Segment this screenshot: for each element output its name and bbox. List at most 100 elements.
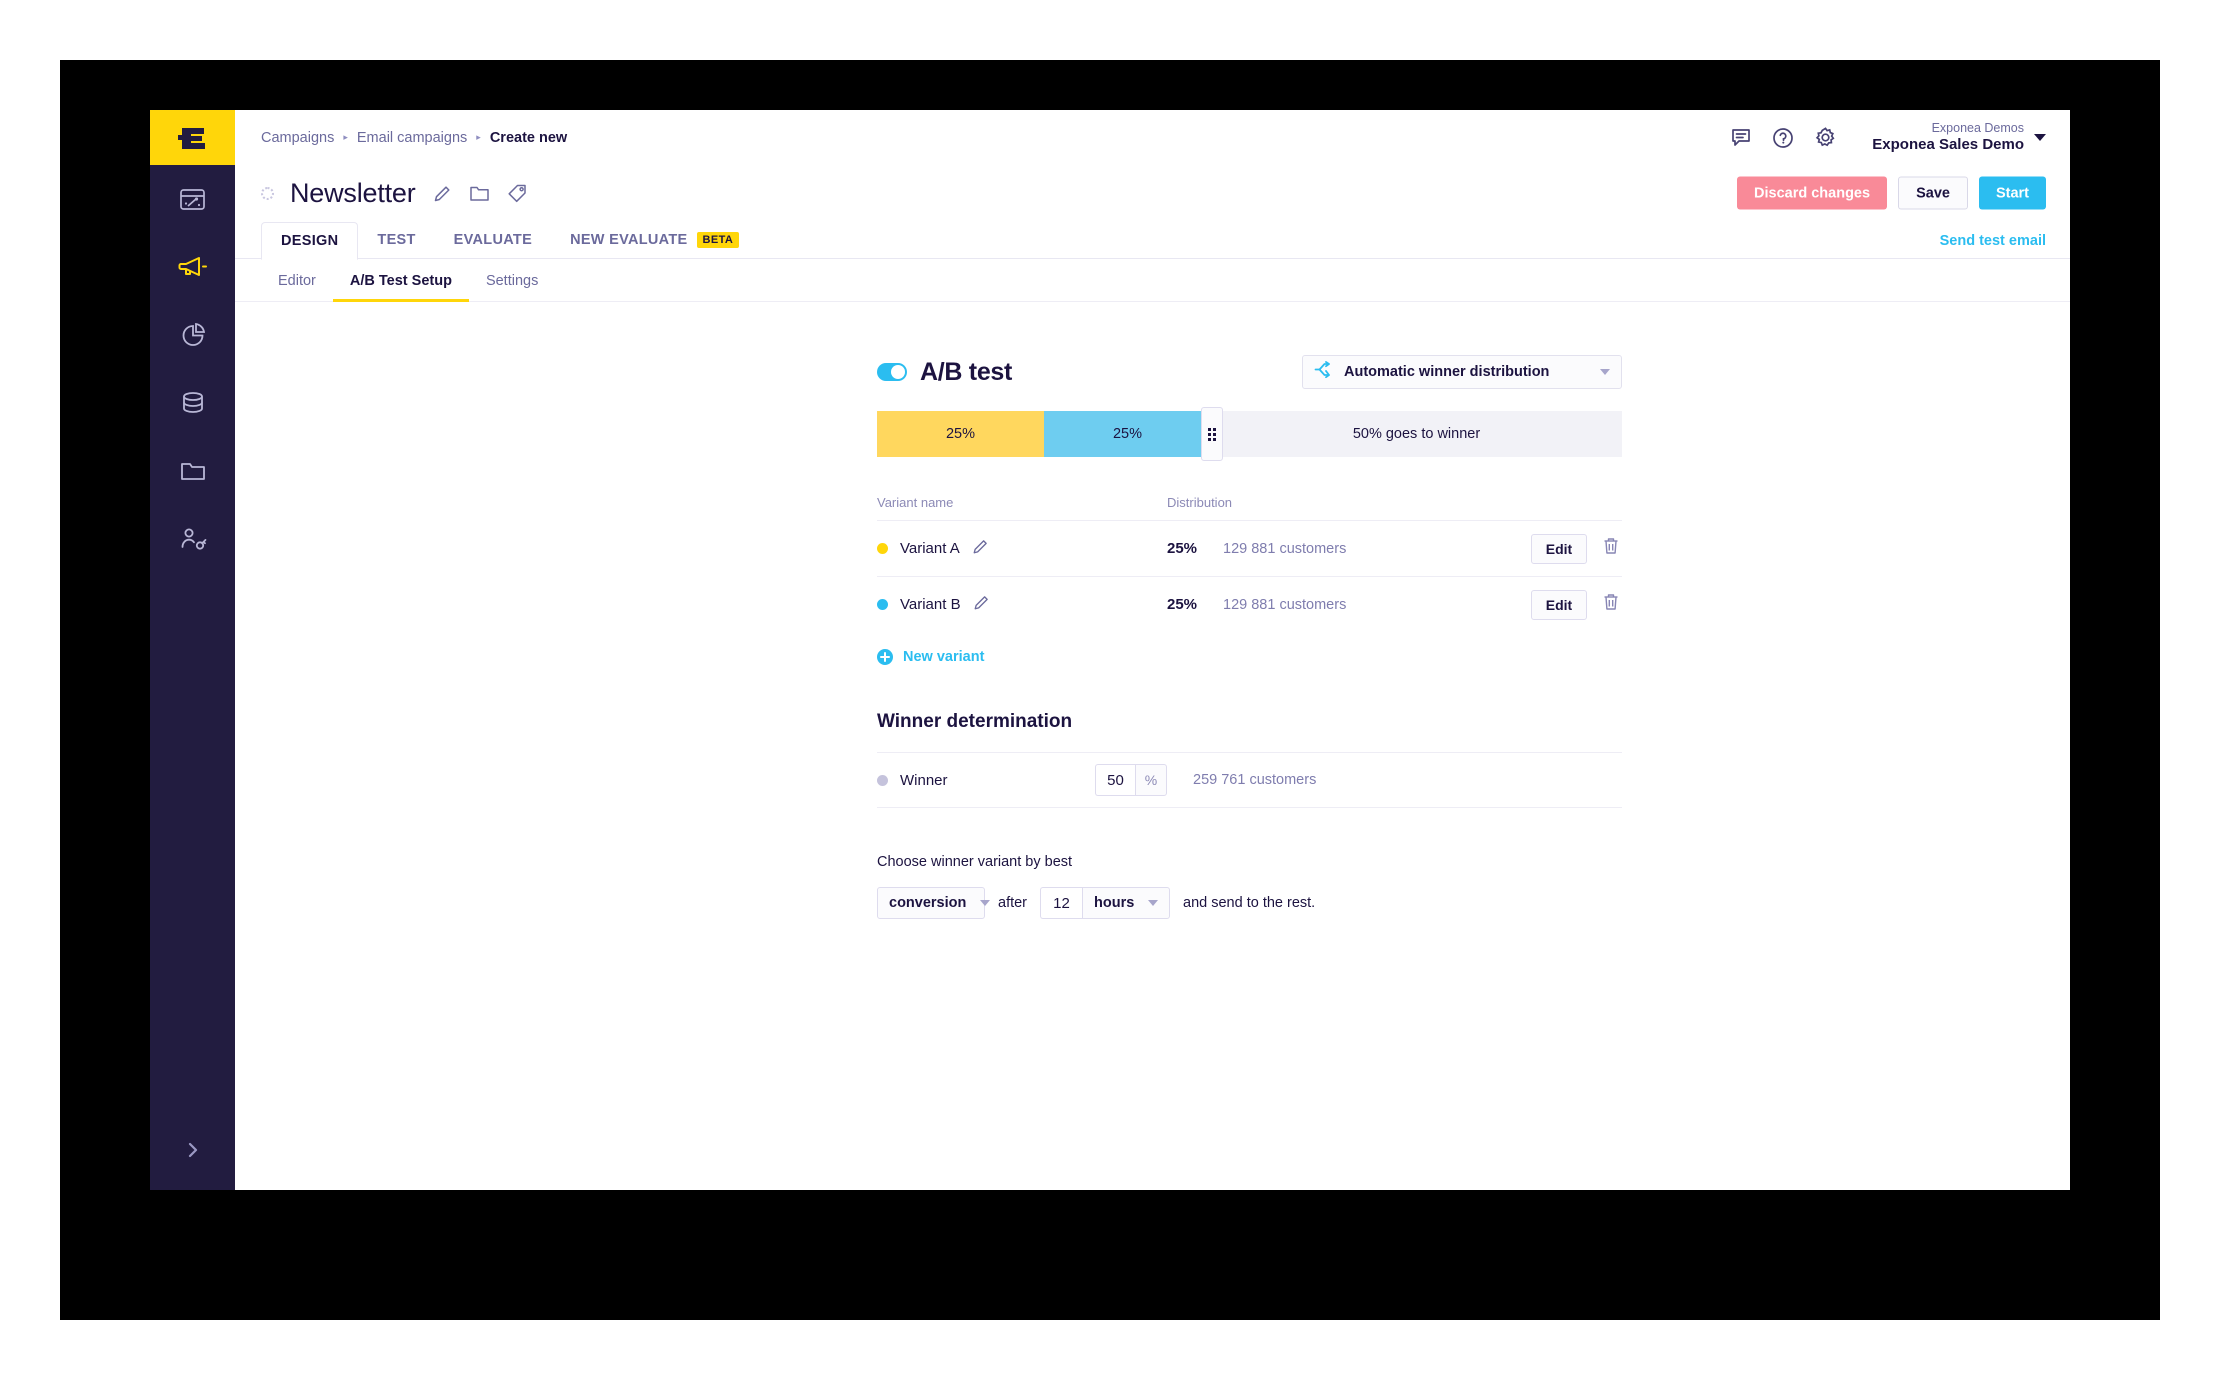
breadcrumb-item-campaigns[interactable]: Campaigns xyxy=(261,130,334,146)
subtab-settings[interactable]: Settings xyxy=(469,259,555,302)
delete-variant-button[interactable] xyxy=(1600,593,1622,617)
after-label: after xyxy=(998,895,1028,911)
variant-label: Variant B xyxy=(900,596,961,613)
winner-determination-table: Winner % 259 761 customers xyxy=(877,752,1622,808)
tab-test-label: TEST xyxy=(377,232,416,248)
grip-dots-icon xyxy=(1208,427,1216,441)
distribution-bar: 25% 25% 50% goes to winner xyxy=(877,407,1622,461)
chevron-down-icon xyxy=(980,900,991,906)
distribution-segment-variant-a[interactable]: 25% xyxy=(877,411,1044,457)
sidebar-item-data[interactable] xyxy=(150,369,235,437)
variant-distribution-percent: 25% xyxy=(1167,540,1198,557)
winner-name-cell: Winner xyxy=(877,772,1095,789)
edit-pencil-icon[interactable] xyxy=(973,594,990,616)
tab-design[interactable]: DESIGN xyxy=(261,222,359,260)
winner-determination-title: Winner determination xyxy=(877,711,1073,732)
new-variant-button[interactable]: New variant xyxy=(877,649,984,665)
sidebar-item-campaigns[interactable] xyxy=(150,233,235,301)
variant-row-actions: Edit xyxy=(1531,589,1622,620)
plus-circle-icon xyxy=(877,649,893,665)
variant-name-cell: Variant B xyxy=(877,594,1167,616)
sidebar-item-customers[interactable] xyxy=(150,505,235,573)
sidebar-item-analytics[interactable] xyxy=(150,301,235,369)
start-button[interactable]: Start xyxy=(1978,176,2046,210)
ab-test-title: A/B test xyxy=(920,357,1013,386)
edit-variant-button[interactable]: Edit xyxy=(1531,589,1587,620)
variant-distribution-percent: 25% xyxy=(1167,596,1198,613)
variant-customer-count[interactable]: 129 881 customers xyxy=(1223,597,1346,613)
distribution-mode-value: Automatic winner distribution xyxy=(1344,364,1550,380)
discard-changes-button[interactable]: Discard changes xyxy=(1737,176,1888,210)
tab-test[interactable]: TEST xyxy=(358,221,434,259)
ab-test-toggle[interactable] xyxy=(877,363,907,381)
chevron-down-icon xyxy=(2034,133,2046,141)
breadcrumb-item-create-new: Create new xyxy=(489,129,568,146)
send-test-email-link[interactable]: Send test email xyxy=(1940,233,2046,249)
save-button[interactable]: Save xyxy=(1898,176,1968,210)
main-column: Campaigns ▸ Email campaigns ▸ Create new xyxy=(235,110,2070,1190)
application-window: Campaigns ▸ Email campaigns ▸ Create new xyxy=(150,110,2070,1190)
help-icon[interactable] xyxy=(1762,117,1804,159)
chevron-right-icon xyxy=(188,1142,197,1158)
account-org: Exponea Demos xyxy=(1931,120,2024,135)
account-name: Exponea Sales Demo xyxy=(1872,135,2024,153)
table-row: Variant B 25% 129 881 customers Edit xyxy=(877,576,1622,632)
edit-variant-button[interactable]: Edit xyxy=(1531,533,1587,564)
sidebar-expand-button[interactable] xyxy=(150,1120,235,1180)
top-bar-actions: Exponea Demos Exponea Sales Demo xyxy=(1720,110,2046,165)
breadcrumb-item-email-campaigns[interactable]: Email campaigns xyxy=(357,130,467,146)
chevron-down-icon xyxy=(1600,369,1610,375)
variant-color-dot xyxy=(877,599,888,610)
subtab-ab-test-setup[interactable]: A/B Test Setup xyxy=(332,259,469,302)
variant-name-cell: Variant A xyxy=(877,538,1167,560)
variants-table-header: Variant name Distribution xyxy=(877,495,1622,520)
sidebar-item-dashboards[interactable] xyxy=(150,165,235,233)
choose-winner-row: conversion after hours and send to the r… xyxy=(877,887,1622,919)
winner-metric-select[interactable]: conversion xyxy=(877,887,991,919)
winner-percent-input[interactable] xyxy=(1095,764,1135,796)
ab-test-panel: A/B test Automatic winner distribution 2… xyxy=(877,355,1622,919)
edit-pencil-icon[interactable] xyxy=(433,184,452,203)
exponea-logo[interactable] xyxy=(150,110,235,165)
breadcrumb-separator-icon: ▸ xyxy=(476,132,481,142)
distribution-segment-variant-b[interactable]: 25% xyxy=(1044,411,1211,457)
folder-icon[interactable] xyxy=(469,184,490,203)
tag-icon[interactable] xyxy=(507,183,528,203)
variant-label: Variant A xyxy=(900,540,960,557)
distribution-drag-handle[interactable] xyxy=(1201,407,1223,461)
tab-new-evaluate[interactable]: NEW EVALUATE BETA xyxy=(551,221,758,259)
tab-evaluate[interactable]: EVALUATE xyxy=(435,221,551,259)
megaphone-icon xyxy=(178,254,208,280)
breadcrumb: Campaigns ▸ Email campaigns ▸ Create new xyxy=(261,130,567,146)
duration-value-input[interactable] xyxy=(1040,887,1083,919)
secondary-tabs: Editor A/B Test Setup Settings xyxy=(235,259,2070,302)
edit-pencil-icon[interactable] xyxy=(972,538,989,560)
choose-winner-label: Choose winner variant by best xyxy=(877,854,1073,870)
sidebar-item-assets[interactable] xyxy=(150,437,235,505)
variant-color-dot xyxy=(877,543,888,554)
chat-icon[interactable] xyxy=(1720,117,1762,159)
title-row: Newsletter Discard changes Save Start xyxy=(235,165,2070,221)
winner-color-dot xyxy=(877,774,888,786)
winner-percent-group: % xyxy=(1095,764,1167,796)
variant-customer-count[interactable]: 129 881 customers xyxy=(1223,541,1346,557)
ab-test-header: A/B test Automatic winner distribution xyxy=(877,355,1622,389)
winner-customer-count[interactable]: 259 761 customers xyxy=(1193,772,1316,788)
beta-badge: BETA xyxy=(696,232,740,248)
winner-row: Winner % 259 761 customers xyxy=(877,752,1622,808)
winner-label: Winner xyxy=(900,771,948,789)
variant-row-actions: Edit xyxy=(1531,533,1622,564)
distribution-mode-select[interactable]: Automatic winner distribution xyxy=(1302,355,1622,389)
duration-unit-select[interactable]: hours xyxy=(1082,887,1171,919)
account-menu[interactable]: Exponea Demos Exponea Sales Demo xyxy=(1872,121,2046,155)
delete-variant-button[interactable] xyxy=(1600,537,1622,561)
table-row: Variant A 25% 129 881 customers Edit xyxy=(877,520,1622,576)
tab-design-label: DESIGN xyxy=(281,233,339,249)
subtab-editor[interactable]: Editor xyxy=(261,259,333,302)
gear-icon[interactable] xyxy=(1804,117,1846,159)
duration-unit-value: hours xyxy=(1094,895,1135,911)
folder-icon xyxy=(179,459,207,483)
title-row-actions: Discard changes Save Start xyxy=(1737,176,2046,210)
status-badge xyxy=(261,186,274,200)
variants-table: Variant name Distribution Variant A 25% … xyxy=(877,495,1622,665)
